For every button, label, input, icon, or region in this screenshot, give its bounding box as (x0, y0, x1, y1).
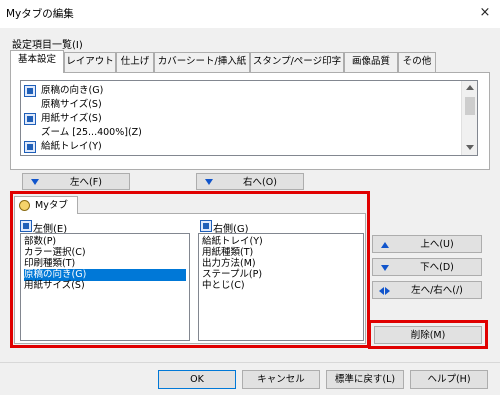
title-bar (0, 0, 500, 28)
arrow-left-icon (379, 287, 384, 295)
setting-item[interactable]: 原稿の向き(G) (41, 85, 103, 97)
left-right-button[interactable]: 左へ/右へ(/) (372, 281, 482, 299)
left-list-item[interactable]: 用紙サイズ(S) (24, 280, 186, 292)
ok-button[interactable]: OK (158, 370, 236, 389)
cancel-button[interactable]: キャンセル (242, 370, 320, 389)
settings-scrollbar[interactable] (461, 81, 477, 155)
tab-image-quality[interactable]: 画像品質 (344, 52, 398, 72)
settings-list-label: 設定項目一覧(I) (12, 40, 83, 51)
user-icon (19, 200, 30, 211)
right-list-item[interactable]: 中とじ(C) (202, 280, 245, 292)
left-column-icon (20, 220, 32, 232)
setting-icon (24, 141, 36, 153)
arrow-down-icon (381, 265, 389, 271)
delete-button[interactable]: 削除(M) (374, 326, 482, 344)
scroll-thumb[interactable] (465, 97, 475, 115)
footer-divider (0, 362, 500, 363)
arrow-right-icon (385, 287, 390, 295)
move-left-button[interactable]: 左へ(F) (22, 173, 130, 190)
right-column-icon (200, 220, 212, 232)
setting-item[interactable]: ズーム [25...400%](Z) (41, 127, 142, 139)
close-icon[interactable]: × (476, 4, 494, 22)
move-right-button[interactable]: 右へ(O) (196, 173, 304, 190)
move-up-button[interactable]: 上へ(U) (372, 235, 482, 253)
tab-stamp[interactable]: スタンプ/ページ印字 (250, 52, 344, 72)
setting-item[interactable]: 原稿サイズ(S) (41, 99, 102, 111)
tab-basic[interactable]: 基本設定 (10, 50, 64, 73)
tab-other[interactable]: その他 (398, 52, 436, 72)
settings-list[interactable]: 原稿の向き(G) 原稿サイズ(S) 用紙サイズ(S) ズーム [25...400… (20, 80, 478, 156)
scroll-up-icon[interactable] (466, 85, 474, 90)
arrow-down-icon (205, 179, 213, 185)
scroll-down-icon[interactable] (466, 145, 474, 150)
move-down-button[interactable]: 下へ(D) (372, 258, 482, 276)
right-column-list[interactable]: 給紙トレイ(Y) 用紙種類(T) 出力方法(M) ステープル(P) 中とじ(C) (198, 233, 364, 341)
mytab-tab[interactable]: Myタブ (14, 196, 78, 214)
window-title: Myタブの編集 (6, 8, 74, 20)
setting-item[interactable]: 給紙トレイ(Y) (41, 141, 102, 153)
setting-icon (24, 85, 36, 97)
reset-default-button[interactable]: 標準に戻す(L) (326, 370, 404, 389)
tab-cover-sheet[interactable]: カバーシート/挿入紙 (154, 52, 250, 72)
help-button[interactable]: ヘルプ(H) (410, 370, 488, 389)
arrow-down-icon (31, 179, 39, 185)
setting-item[interactable]: 用紙サイズ(S) (41, 113, 102, 125)
setting-icon (24, 113, 36, 125)
tab-layout[interactable]: レイアウト (64, 52, 116, 72)
left-column-list[interactable]: 部数(P) カラー選択(C) 印刷種類(T) 原稿の向き(G) 用紙サイズ(S) (20, 233, 190, 341)
arrow-up-icon (381, 242, 389, 248)
tab-finishing[interactable]: 仕上げ (116, 52, 154, 72)
